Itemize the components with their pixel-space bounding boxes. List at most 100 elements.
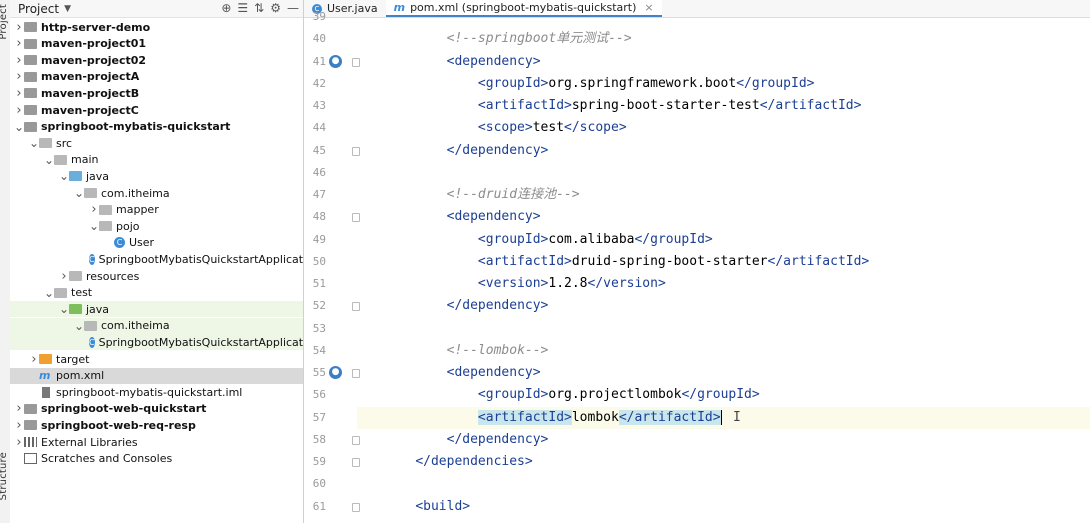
tree-item[interactable]: › http-server-demo <box>10 19 303 35</box>
java-class-icon: C <box>114 237 125 249</box>
tree-item[interactable]: ⌄ src <box>10 135 303 151</box>
tree-item-label: Scratches and Consoles <box>41 452 173 466</box>
tree-item[interactable]: ⌄ pojo <box>10 218 303 234</box>
tree-item[interactable]: C SpringbootMybatisQuickstartApplicat <box>10 334 303 351</box>
line-number: 58 <box>312 432 326 446</box>
code-editor[interactable]: <!--springboot单元测试--> <dependency> <grou… <box>357 18 1090 523</box>
tree-item[interactable]: › springboot-web-req-resp <box>10 417 303 433</box>
override-marker-icon[interactable]: ● <box>329 54 342 68</box>
chevron-down-icon[interactable]: ⌄ <box>89 220 99 232</box>
project-tool-window-button[interactable]: Project <box>0 4 9 40</box>
chevron-down-icon[interactable]: ⌄ <box>74 187 84 199</box>
line-number: 60 <box>312 477 326 491</box>
tree-item[interactable]: ⌄ java <box>10 301 303 318</box>
chevron-down-icon[interactable]: ⌄ <box>59 170 69 182</box>
tree-item[interactable]: › resources <box>10 268 303 284</box>
line-number: 43 <box>312 99 326 112</box>
chevron-right-icon[interactable]: › <box>14 103 24 118</box>
override-marker-icon[interactable]: ● <box>329 366 342 379</box>
fold-marker-icon[interactable] <box>352 57 360 67</box>
tree-item[interactable]: C SpringbootMybatisQuickstartApplicat <box>10 251 303 267</box>
tree-item[interactable]: ⌄ test <box>10 285 303 301</box>
fold-marker-icon[interactable] <box>352 502 360 512</box>
xml-text: org.springframework.boot <box>548 75 737 91</box>
chevron-right-icon[interactable]: › <box>14 418 24 433</box>
fold-marker-icon[interactable] <box>352 213 360 223</box>
tree-item[interactable]: ⌄ springboot-mybatis-quickstart <box>10 119 303 135</box>
tree-item[interactable]: › maven-projectA <box>10 69 303 85</box>
tree-item-label: maven-projectC <box>41 103 139 117</box>
chevron-right-icon[interactable]: › <box>89 202 99 217</box>
tree-item[interactable]: ⌄ main <box>10 152 303 168</box>
fold-marker-icon[interactable] <box>352 302 360 312</box>
line-number: 56 <box>312 388 326 402</box>
code-line: <artifactId>lombok</artifactId> <box>357 406 1090 429</box>
fold-marker-icon[interactable] <box>352 146 360 156</box>
xml-tag: <dependency> <box>446 365 541 380</box>
chevron-down-icon[interactable]: ⌄ <box>74 320 84 332</box>
collapse-all-icon[interactable]: ⇅ <box>254 0 264 17</box>
chevron-right-icon[interactable]: › <box>29 352 39 367</box>
tree-item[interactable]: › maven-projectB <box>10 85 303 101</box>
tree-item[interactable]: › mapper <box>10 202 303 218</box>
java-class-icon: C <box>89 336 95 348</box>
tree-item[interactable]: › maven-projectC <box>10 102 303 118</box>
tree-item[interactable]: m pom.xml <box>10 367 303 384</box>
tree-item[interactable]: ⌄ com.itheima <box>10 317 303 334</box>
xml-tag: <version> <box>477 276 549 291</box>
chevron-down-icon[interactable]: ▼ <box>64 4 71 14</box>
xml-comment: <!--lombok--> <box>446 342 549 358</box>
tree-item[interactable]: ⌄ com.itheima <box>10 185 303 201</box>
locate-file-icon[interactable]: ⊕ <box>221 0 231 17</box>
tree-item[interactable]: C User <box>10 235 303 251</box>
chevron-down-icon[interactable]: ⌄ <box>14 121 24 133</box>
chevron-right-icon[interactable]: › <box>59 269 69 284</box>
hide-panel-icon[interactable]: — <box>287 0 299 17</box>
code-line: <groupId>org.springframework.boot</group… <box>384 73 1090 95</box>
tree-item[interactable]: › target <box>10 351 303 367</box>
fold-marker-icon[interactable] <box>352 458 360 467</box>
tree-item[interactable]: springboot-mybatis-quickstart.iml <box>10 384 303 400</box>
fold-marker-icon[interactable] <box>352 369 360 378</box>
chevron-right-icon[interactable]: › <box>14 36 24 51</box>
tree-item[interactable]: › External Libraries <box>10 434 303 450</box>
project-view-selector[interactable]: Project <box>18 2 59 16</box>
chevron-right-icon[interactable]: › <box>14 69 24 84</box>
folder-icon <box>24 88 37 99</box>
line-number: 39 <box>312 10 326 23</box>
tree-item[interactable]: › springboot-web-quickstart <box>10 401 303 417</box>
xml-tag: <artifactId> <box>477 98 572 113</box>
library-icon <box>24 437 37 447</box>
chevron-down-icon[interactable]: ⌄ <box>44 287 54 299</box>
gear-icon[interactable]: ⚙ <box>270 0 281 17</box>
xml-tag: <artifactId> <box>477 409 572 425</box>
chevron-down-icon[interactable]: ⌄ <box>59 303 69 315</box>
tree-item[interactable]: Scratches and Consoles <box>10 451 303 467</box>
chevron-down-icon[interactable]: ⌄ <box>29 137 39 149</box>
chevron-right-icon[interactable]: › <box>14 435 24 450</box>
xml-tag: <dependency> <box>446 209 541 225</box>
tree-item-label: maven-projectA <box>41 70 140 84</box>
fold-marker-icon[interactable] <box>352 435 360 445</box>
tab-label: User.java <box>327 2 378 15</box>
chevron-right-icon[interactable]: › <box>14 401 24 416</box>
project-panel-header: Project ▼ ⊕ ☰ ⇅ ⚙ — <box>10 0 303 18</box>
chevron-right-icon[interactable]: › <box>14 53 24 68</box>
tree-item-label: com.itheima <box>101 186 170 200</box>
expand-all-icon[interactable]: ☰ <box>237 0 248 17</box>
xml-tag: </artifactId> <box>767 253 870 269</box>
xml-tag: </groupId> <box>736 75 815 91</box>
chevron-right-icon[interactable]: › <box>14 86 24 101</box>
structure-tool-window-button[interactable]: Structure <box>0 452 9 500</box>
tree-item[interactable]: › maven-project01 <box>10 36 303 52</box>
chevron-down-icon[interactable]: ⌄ <box>44 154 54 166</box>
tree-item[interactable]: ⌄ java <box>10 168 303 184</box>
tree-item-label: maven-projectB <box>41 86 140 100</box>
tree-item[interactable]: › maven-project02 <box>10 52 303 68</box>
folder-icon <box>24 71 37 82</box>
chevron-right-icon[interactable]: › <box>14 20 24 35</box>
